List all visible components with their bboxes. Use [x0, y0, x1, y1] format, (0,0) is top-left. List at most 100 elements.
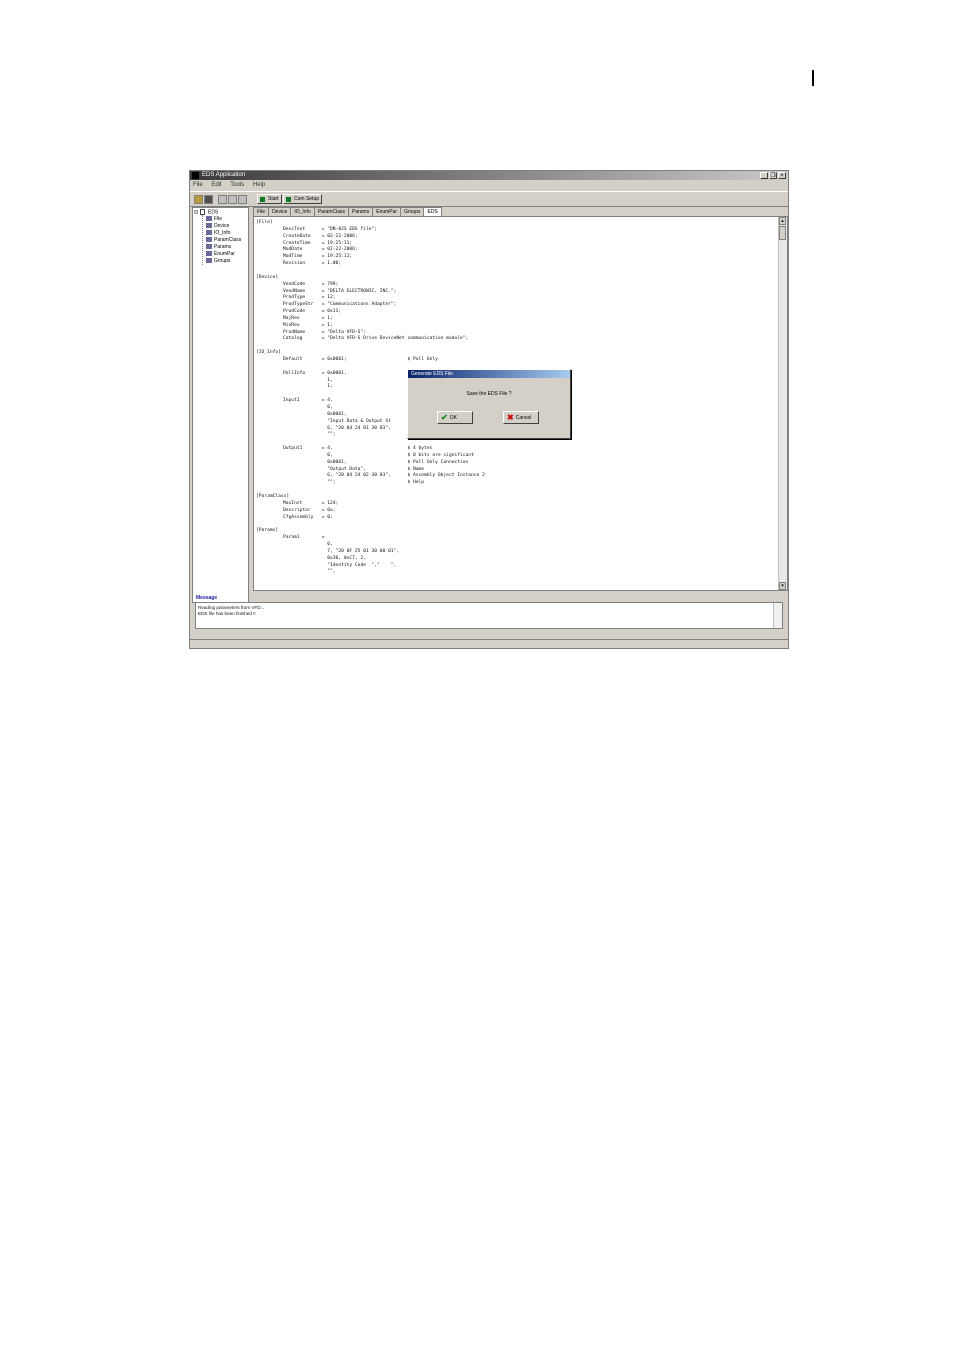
cancel-button[interactable]: ✖ Cancel [503, 411, 539, 424]
paste-icon[interactable] [238, 195, 247, 204]
code-line: MinRev = 1; [283, 322, 333, 328]
tab-strip: File Device IO_Info ParamClass Params En… [253, 207, 442, 216]
folder-icon [206, 251, 212, 257]
code-line: 0x0001, [283, 411, 347, 417]
code-line: Param1 = [283, 535, 325, 541]
dialog-message: Save the EDS File ? [466, 391, 512, 397]
message-label: Message [196, 595, 218, 601]
start-icon [260, 197, 265, 202]
tab-device[interactable]: Device [268, 207, 292, 216]
save-icon[interactable] [204, 195, 213, 204]
code-line: 1; [283, 384, 333, 390]
generate-eds-dialog: Generate EDS File Save the EDS File ? ✔ O… [407, 369, 571, 439]
minimize-icon[interactable]: _ [760, 172, 768, 179]
code-line: Output1 = 4, $ 4 bytes [283, 446, 433, 452]
tree-item-label: File [214, 216, 223, 222]
folder-icon [206, 216, 212, 222]
tree-item-device[interactable]: Device [206, 223, 229, 230]
tree-root-label: EDS [207, 209, 219, 216]
menu-edit[interactable]: Edit [211, 182, 221, 188]
tab-groups[interactable]: Groups [400, 207, 425, 216]
ok-label: OK [449, 414, 457, 421]
scroll-up-icon[interactable]: ▴ [779, 217, 786, 225]
menu-tools[interactable]: Tools [230, 182, 244, 188]
tree-item-label: IO_Info [214, 230, 231, 236]
com-setup-button[interactable]: Com Setup [283, 194, 323, 204]
open-icon[interactable] [194, 195, 203, 204]
code-line: 7, "20 0F 25 01 30 00 01", [283, 548, 400, 554]
menu-bar: File Edit Tools Help [190, 180, 788, 190]
code-line: MaxInst = 124; [283, 500, 339, 506]
tree-item-paramclass[interactable]: ParamClass [206, 237, 241, 244]
page-margin-mark [812, 70, 814, 86]
tab-paramclass[interactable]: ParamClass [313, 207, 349, 216]
com-setup-icon [286, 197, 291, 202]
tree-item-io-info[interactable]: IO_Info [206, 230, 230, 237]
code-line: 0x0001, $ Poll Only Connection [283, 459, 469, 465]
editor-vertical-scrollbar[interactable]: ▴ ▾ [778, 217, 787, 590]
tab-enumpar[interactable]: EnumPar [372, 207, 402, 216]
tree-item-label: ParamClass [214, 237, 242, 243]
checkmark-icon: ✔ [441, 413, 448, 422]
tree-root[interactable]: ⊟ EDS [194, 209, 218, 216]
code-line: 0, $ 0 bits are significant [283, 452, 474, 458]
code-line: CreateDate = 02-22-2006; [283, 233, 358, 239]
code-line: ""; $ Help [283, 432, 425, 438]
tree-item-label: EnumPar [214, 251, 235, 257]
code-line: ""; $ Help [283, 480, 425, 486]
folder-icon [206, 244, 212, 250]
tree-item-groups[interactable]: Groups [206, 258, 230, 265]
com-setup-label: Com Setup [294, 196, 320, 202]
tab-io-info[interactable]: IO_Info [290, 207, 315, 216]
tree-connector [202, 215, 204, 265]
tree-item-label: Groups [214, 258, 231, 264]
folder-icon [206, 230, 212, 236]
message-scrollbar[interactable] [773, 603, 782, 628]
window-title: EDS Application [202, 172, 246, 178]
tab-eds[interactable]: EDS [423, 207, 442, 216]
cancel-label: Cancel [515, 414, 532, 421]
code-line: 0x30, 0xC7, 2, [283, 555, 366, 561]
folder-icon [206, 223, 212, 229]
scroll-down-icon[interactable]: ▾ [779, 582, 786, 590]
code-line: CfgAssembly = 0; [283, 514, 333, 520]
code-line: [Params] [256, 528, 279, 534]
status-bar [190, 639, 788, 648]
menu-help[interactable]: Help [253, 182, 265, 188]
code-line: DescText = "DN-02S EDS file"; [283, 226, 378, 232]
tree-item-label: Device [214, 223, 230, 229]
code-line: Input1 = 4, [283, 398, 333, 404]
dialog-title: Generate EDS File [408, 370, 570, 378]
tab-params[interactable]: Params [348, 207, 374, 216]
close-icon[interactable]: × [778, 172, 786, 179]
code-line: "Input Data & Output St [283, 418, 391, 424]
code-line: [IO_Info] [256, 350, 281, 356]
start-button[interactable]: Start [257, 194, 282, 204]
toolbar: Start Com Setup [190, 191, 788, 207]
document-icon [199, 209, 205, 215]
code-line: 0, [283, 541, 333, 547]
tree-item-enumpar[interactable]: EnumPar [206, 251, 235, 258]
title-bar: EDS Application _ ❒ × [190, 171, 788, 180]
code-line: Default = 0x0001; $ Poll Only [283, 357, 438, 362]
cancel-x-icon: ✖ [507, 413, 514, 422]
code-line: [Device] [256, 274, 279, 280]
app-icon [192, 172, 199, 179]
tree-item-params[interactable]: Params [206, 244, 231, 251]
tree-item-file[interactable]: File [206, 216, 222, 223]
ok-button[interactable]: ✔ OK [437, 411, 473, 424]
folder-icon [206, 237, 212, 243]
code-line: Revision = 1.00; [283, 261, 342, 267]
window-controls: _ ❒ × [760, 172, 786, 179]
code-line: ProdTypeStr = "Communications Adapter"; [283, 302, 397, 308]
tab-file[interactable]: File [253, 207, 270, 216]
menu-file[interactable]: File [193, 182, 203, 188]
code-line: [File] [256, 220, 273, 225]
scroll-thumb[interactable] [779, 226, 786, 240]
maximize-icon[interactable]: ❒ [769, 172, 777, 179]
copy-icon[interactable] [228, 195, 237, 204]
collapse-icon[interactable]: ⊟ [194, 209, 198, 215]
folder-icon [206, 258, 212, 264]
cut-icon[interactable] [218, 195, 227, 204]
code-line: ProdCode = 0x11; [283, 309, 342, 315]
